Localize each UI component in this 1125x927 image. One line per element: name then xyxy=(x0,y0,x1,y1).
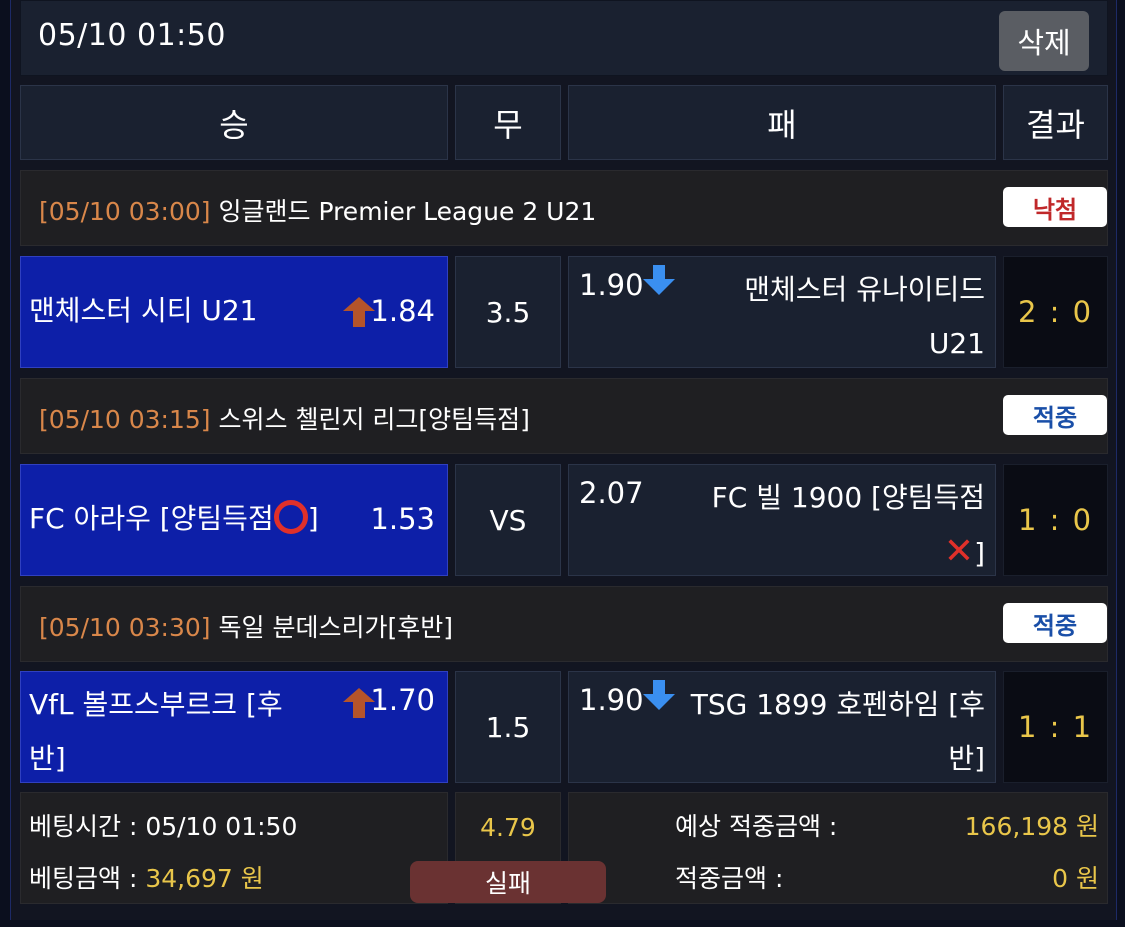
league-name: 스위스 첼린지 리그[양팀득점] xyxy=(218,405,530,434)
draw-bet-option[interactable]: 3.5 xyxy=(455,256,561,368)
game-time: [05/10 03:00] xyxy=(39,197,211,226)
league-name: 잉글랜드 Premier League 2 U21 xyxy=(218,197,597,226)
home-team-suffix: ] xyxy=(307,502,319,535)
circle-mark-icon xyxy=(273,500,308,534)
column-header-draw: 무 xyxy=(455,85,561,160)
game-time: [05/10 03:15] xyxy=(39,405,211,434)
game-header: [05/10 03:15] 스위스 첼린지 리그[양팀득점] 적중 xyxy=(20,378,1108,454)
home-team-name: 맨체스터 시티 U21 xyxy=(29,294,258,327)
home-team-name-line2: 반] xyxy=(29,742,66,775)
column-header-result: 결과 xyxy=(1003,85,1108,160)
bet-datetime: 05/10 01:50 xyxy=(38,18,226,53)
bet-time: 베팅시간 : 05/10 01:50 xyxy=(29,812,298,841)
home-odds: 1.70 xyxy=(370,683,435,717)
column-header-win: 승 xyxy=(20,85,448,160)
league-name: 독일 분데스리가[후반] xyxy=(218,613,453,642)
away-odds: 1.90 xyxy=(579,268,644,302)
home-team-name: VfL 볼프스부르크 [후 xyxy=(29,688,283,721)
result-status-badge: 실패 xyxy=(410,861,606,903)
status-badge: 낙첨 xyxy=(1003,187,1107,227)
down-arrow-icon xyxy=(643,265,675,299)
home-team-name: FC 아라우 [양팀득점 xyxy=(29,502,274,535)
bet-summary-right: 예상 적중금액 : 166,198 원 적중금액 : 0 원 xyxy=(568,792,1108,904)
delete-button[interactable]: 삭제 xyxy=(999,11,1089,71)
win-amount-label: 적중금액 : xyxy=(675,864,784,893)
game-header: [05/10 03:00] 잉글랜드 Premier League 2 U21 … xyxy=(20,170,1108,246)
away-bet-option[interactable]: 1.90 맨체스터 유나이티드 U21 xyxy=(568,256,996,368)
draw-bet-option[interactable]: VS xyxy=(455,464,561,576)
home-odds: 1.84 xyxy=(370,294,435,328)
match-score: 1 : 1 xyxy=(1003,671,1108,783)
home-bet-option[interactable]: 맨체스터 시티 U21 1.84 xyxy=(20,256,448,368)
win-amount: 0 원 xyxy=(1052,864,1099,893)
game-time: [05/10 03:30] xyxy=(39,613,211,642)
away-team-suffix: ] xyxy=(974,537,985,570)
expected-win-amount: 166,198 원 xyxy=(964,812,1099,841)
match-score: 1 : 0 xyxy=(1003,464,1108,576)
bet-amount-label: 베팅금액 : xyxy=(29,864,146,893)
bet-summary-left: 베팅시간 : 05/10 01:50 베팅금액 : 34,697 원 xyxy=(20,792,448,904)
away-bet-option[interactable]: 2.07 FC 빌 1900 [양팀득점 ✕] xyxy=(568,464,996,576)
bet-amount: 34,697 원 xyxy=(145,864,264,893)
home-bet-option[interactable]: VfL 볼프스부르크 [후반] 1.70 xyxy=(20,671,448,783)
match-score: 2 : 0 xyxy=(1003,256,1108,368)
draw-bet-option[interactable]: 1.5 xyxy=(455,671,561,783)
away-odds: 1.90 xyxy=(579,683,644,717)
total-odds: 4.79 xyxy=(480,813,536,842)
home-bet-option[interactable]: FC 아라우 [양팀득점] 1.53 xyxy=(20,464,448,576)
expected-win-label: 예상 적중금액 : xyxy=(675,812,838,841)
x-mark-icon: ✕ xyxy=(943,531,975,572)
away-bet-option[interactable]: 1.90 TSG 1899 호펜하임 [후반] xyxy=(568,671,996,783)
game-header: [05/10 03:30] 독일 분데스리가[후반] 적중 xyxy=(20,586,1108,662)
column-header-lose: 패 xyxy=(568,85,996,160)
status-badge: 적중 xyxy=(1003,603,1107,643)
away-team-name: FC 빌 1900 [양팀득점 xyxy=(711,481,985,514)
away-odds: 2.07 xyxy=(579,476,644,510)
away-team-name: 맨체스터 유나이티드 U21 xyxy=(744,273,985,360)
home-odds: 1.53 xyxy=(370,502,435,536)
status-badge: 적중 xyxy=(1003,395,1107,435)
down-arrow-icon xyxy=(643,680,675,714)
away-team-name: TSG 1899 호펜하임 [후반] xyxy=(690,688,985,775)
